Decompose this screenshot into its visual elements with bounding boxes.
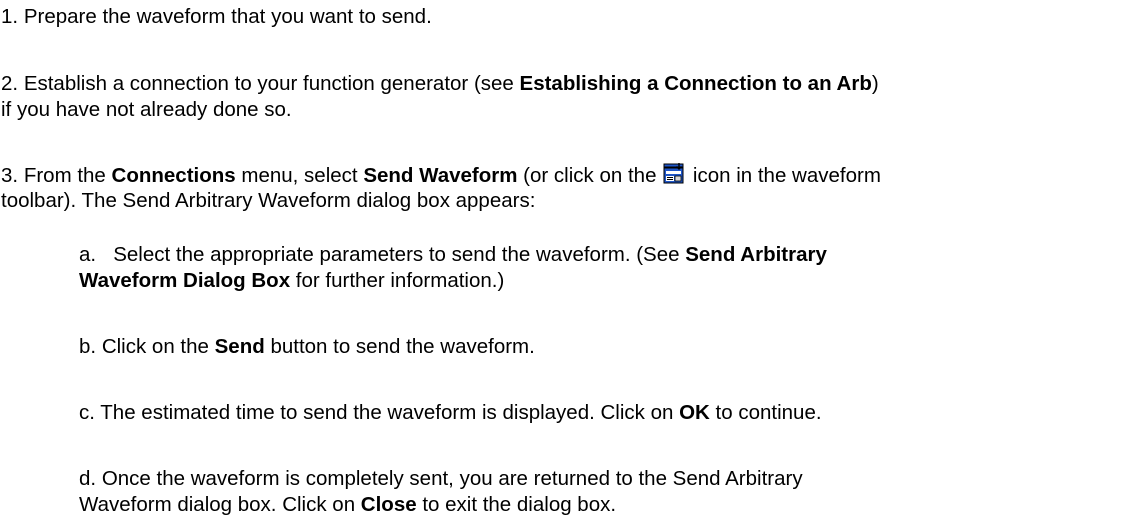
send-waveform-icon[interactable] — [663, 163, 687, 185]
step-text: (or click on the — [517, 164, 657, 187]
substep-text: to exit the dialog box. — [416, 493, 617, 516]
step-1: 1. Prepare the waveform that you want to… — [1, 5, 432, 29]
substep-letter: c. — [79, 401, 95, 424]
substep-text: to continue. — [709, 401, 822, 424]
ok-button-label: OK — [679, 401, 710, 424]
substep-text: Once the waveform is completely sent, yo… — [101, 467, 803, 490]
substep-text: Waveform dialog box. Click on — [79, 493, 361, 516]
step-text: From the — [23, 164, 112, 187]
substep-d: d. Once the waveform is completely sent,… — [79, 467, 803, 491]
substep-b: b. Click on the Send button to send the … — [79, 335, 535, 359]
substep-text: The estimated time to send the waveform … — [100, 401, 680, 424]
substep-text: button to send the waveform. — [264, 335, 535, 358]
step-number: 3. — [1, 164, 19, 187]
connections-menu-label: Connections — [111, 164, 236, 187]
step-text: if you have not already done so. — [1, 98, 292, 121]
step-text: toolbar). The Send Arbitrary Waveform di… — [1, 189, 536, 212]
substep-d-continued: Waveform dialog box. Click on Close to e… — [79, 493, 616, 517]
step-3-continued: toolbar). The Send Arbitrary Waveform di… — [1, 189, 535, 213]
substep-c: c. The estimated time to send the wavefo… — [79, 401, 822, 425]
substep-text: for further information.) — [290, 269, 505, 292]
step-text: Establish a connection to your function … — [23, 72, 520, 95]
close-button-label: Close — [360, 493, 417, 516]
step-number: 2. — [1, 72, 19, 95]
step-text: Prepare the waveform that you want to se… — [23, 5, 432, 28]
substep-a: a. Select the appropriate parameters to … — [79, 243, 827, 267]
substep-letter: b. — [79, 335, 97, 358]
substep-letter: d. — [79, 467, 97, 490]
step-text: ) — [871, 72, 879, 95]
step-2-continued: if you have not already done so. — [1, 98, 292, 122]
send-waveform-command: Send Waveform — [363, 164, 518, 187]
step-3: 3. From the Connections menu, select Sen… — [1, 163, 881, 188]
dialog-help-link[interactable]: Send Arbitrary — [685, 243, 827, 266]
substep-a-continued: Waveform Dialog Box for further informat… — [79, 269, 504, 293]
substep-letter: a. — [79, 243, 97, 266]
step-number: 1. — [1, 5, 19, 28]
substep-text: Select the appropriate parameters to sen… — [113, 243, 686, 266]
help-page: 1. Prepare the waveform that you want to… — [0, 0, 1135, 521]
connection-help-link[interactable]: Establishing a Connection to an Arb — [520, 72, 872, 95]
dialog-help-link[interactable]: Waveform Dialog Box — [79, 269, 290, 292]
step-text: menu, select — [235, 164, 364, 187]
step-2: 2. Establish a connection to your functi… — [1, 72, 879, 96]
send-button-label: Send — [214, 335, 265, 358]
step-text: icon in the waveform — [692, 164, 881, 187]
substep-text: Click on the — [101, 335, 215, 358]
